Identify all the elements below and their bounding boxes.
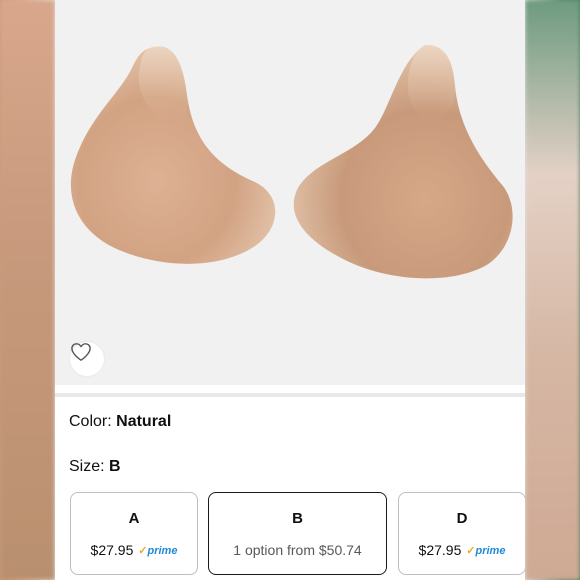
size-option-price: $27.95 (418, 542, 462, 558)
size-row: Size: B (69, 458, 121, 476)
breast-forms-illustration (70, 44, 513, 279)
size-option-price: 1 option from $50.74 (233, 542, 362, 558)
background-left-blur (0, 0, 55, 580)
color-row: Color: Natural (69, 413, 171, 431)
heart-icon (71, 343, 91, 361)
prime-badge: ✓prime (138, 545, 178, 557)
color-label: Color: (69, 413, 112, 430)
size-option-letter: A (128, 510, 140, 527)
product-image[interactable] (55, 0, 525, 385)
background-right-blur (525, 0, 580, 580)
size-option-letter: B (292, 510, 303, 527)
size-option-letter: D (456, 510, 468, 527)
size-option-price: $27.95 (90, 542, 134, 558)
size-option-price-row: $27.95 ✓prime (399, 542, 525, 558)
size-option-b[interactable]: B 1 option from $50.74 (208, 492, 387, 575)
right-breast-form (293, 44, 513, 279)
prime-badge: ✓prime (466, 545, 506, 557)
section-divider (55, 385, 525, 393)
wishlist-button[interactable] (70, 342, 104, 376)
size-option-a[interactable]: A $27.95 ✓prime (70, 492, 198, 575)
variation-details: Color: Natural Size: B A $27.95 ✓prime B… (55, 397, 525, 580)
size-option-d[interactable]: D $27.95 ✓prime (398, 492, 525, 575)
size-label: Size: (69, 458, 105, 475)
color-value: Natural (116, 413, 172, 430)
size-value: B (109, 458, 121, 475)
size-option-price-row: $27.95 ✓prime (71, 542, 197, 558)
product-card: Color: Natural Size: B A $27.95 ✓prime B… (55, 0, 525, 580)
